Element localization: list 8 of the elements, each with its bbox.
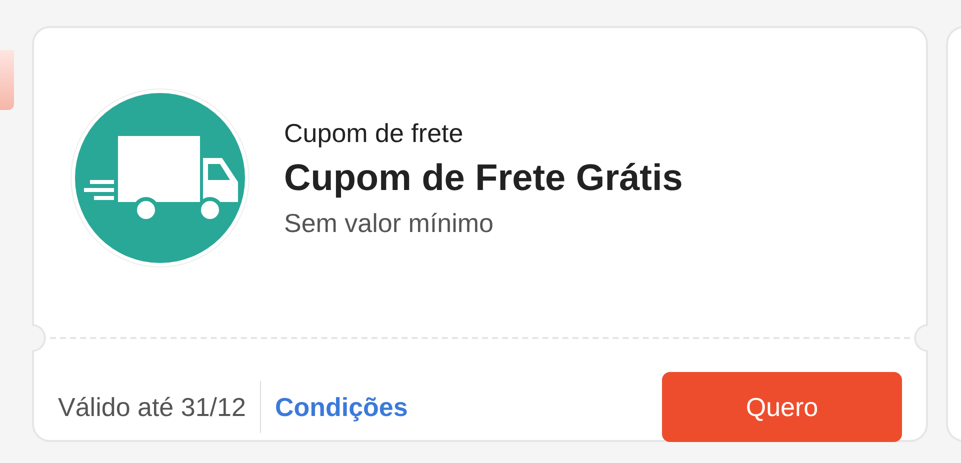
- truck-icon: [70, 88, 250, 268]
- coupon-condition: Sem valor mínimo: [284, 207, 494, 240]
- coupon-title: Cupom de Frete Grátis: [284, 156, 683, 200]
- validity-text: Válido até 31/12: [58, 392, 246, 422]
- conditions-link[interactable]: Condições: [274, 392, 408, 422]
- claim-button[interactable]: Quero: [662, 372, 902, 442]
- coupon-category: Cupom de frete: [284, 117, 464, 150]
- previous-coupon-edge: [0, 50, 14, 110]
